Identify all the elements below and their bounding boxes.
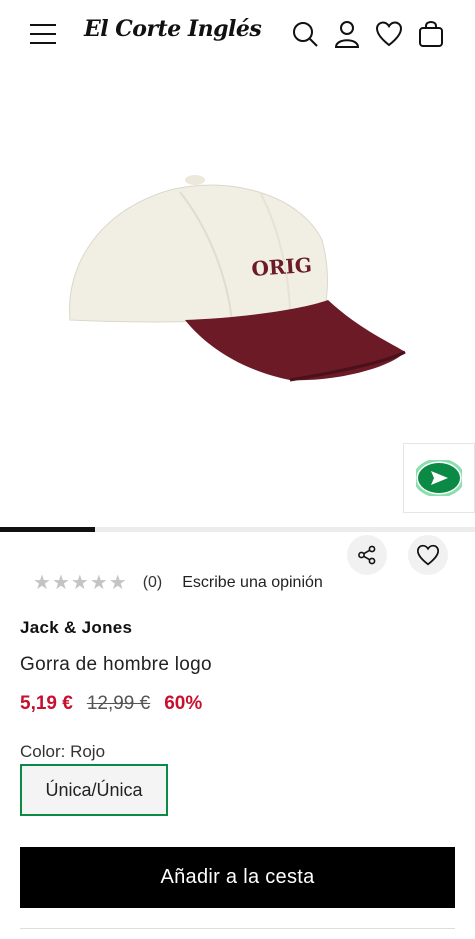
search-icon[interactable] (291, 20, 319, 48)
share-button[interactable] (347, 535, 387, 575)
heart-icon (416, 544, 440, 566)
top-bar: El Corte Inglés (0, 0, 475, 70)
size-option-selected[interactable]: Única/Única (20, 764, 168, 816)
current-price: 5,19 € (20, 693, 73, 714)
discount-badge: 60% (164, 693, 203, 714)
product-gallery[interactable]: ORIG (0, 70, 475, 575)
product-name: Gorra de hombre logo (20, 654, 212, 675)
user-icon[interactable] (333, 20, 361, 48)
logo[interactable]: El Corte Inglés (84, 16, 262, 42)
gallery-progress-bar (0, 527, 475, 532)
bag-icon[interactable] (417, 20, 445, 48)
share-icon (358, 545, 376, 565)
chat-icon[interactable] (416, 460, 462, 496)
gallery-progress-fill (0, 527, 95, 532)
divider (20, 928, 455, 929)
star-icon: ★ (108, 572, 127, 594)
rating-stars[interactable]: ★ ★ ★ ★ ★ (33, 573, 127, 593)
cap-logo-text: ORIG (251, 253, 313, 281)
write-review-link[interactable]: Escribe una opinión (182, 574, 323, 592)
original-price: 12,99 € (86, 693, 151, 714)
menu-icon[interactable] (30, 24, 56, 46)
review-count: (0) (142, 574, 163, 591)
star-icon: ★ (51, 572, 70, 594)
header-actions (291, 20, 445, 48)
add-to-cart-button[interactable]: Añadir a la cesta (20, 847, 455, 908)
star-icon: ★ (33, 572, 51, 594)
color-label: Color: Rojo (20, 742, 106, 761)
product-brand[interactable]: Jack & Jones (20, 618, 132, 638)
heart-icon[interactable] (375, 20, 403, 48)
favorite-button[interactable] (408, 535, 448, 575)
chat-widget[interactable] (403, 443, 475, 513)
star-icon: ★ (89, 572, 108, 594)
star-icon: ★ (70, 572, 89, 594)
price-row: 5,19 € 12,99 € 60% (20, 693, 202, 715)
rating-row: ★ ★ ★ ★ ★ (0) Escribe una opinión (33, 573, 323, 593)
product-image: ORIG (69, 175, 406, 382)
